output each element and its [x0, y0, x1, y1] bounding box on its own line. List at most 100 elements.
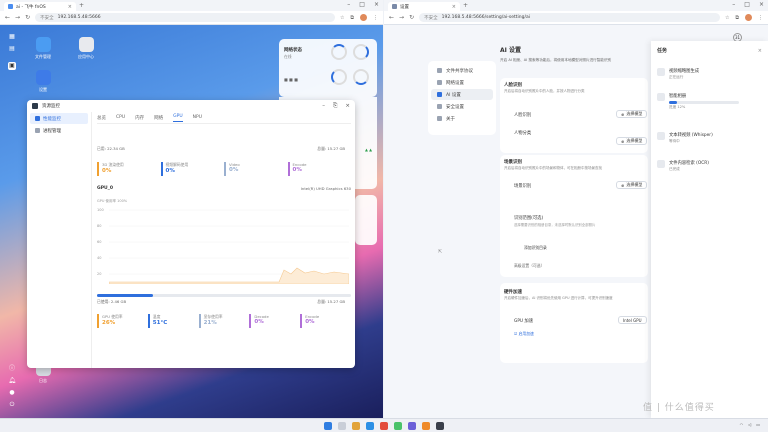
not-secure-label: 不安全	[40, 15, 54, 21]
wifi-icon[interactable]: ◠	[740, 422, 744, 427]
desktop-icon-files[interactable]: 文件管理	[32, 37, 54, 60]
advanced-settings-row[interactable]: 高级设置（可选）	[514, 263, 544, 269]
resource-monitor-window[interactable]: 资源监控 – ⎘ × 性能监控 进程管理 总览 CPU 内存 网络 GPU NP…	[27, 100, 355, 368]
stat-value: 0%	[165, 168, 175, 174]
hardware-accel-card: 硬件加速 开启硬件加速后，AI 识别将优先使用 GPU 进行计算，可提升识别速度…	[500, 283, 648, 363]
extensions-icon[interactable]: ⧉	[735, 15, 739, 21]
star-icon[interactable]: ☆	[340, 15, 344, 21]
menu-icon[interactable]: ⋮	[373, 15, 378, 21]
profile-avatar[interactable]	[745, 14, 752, 21]
start-icon[interactable]	[324, 421, 332, 430]
section-desc: 开启后将自动识别照片中的人脸，并按人物进行分类	[504, 89, 585, 93]
left-tab-title: ai - 飞牛 fnOS	[16, 4, 46, 10]
rm-app-icon	[32, 103, 38, 109]
dock-grid-icon[interactable]: ▤	[8, 45, 16, 53]
task-name: 文本转视频 (Whisper)	[669, 133, 713, 138]
dock-active-icon[interactable]: ▣	[8, 62, 16, 70]
reload-icon[interactable]: ↻	[409, 14, 414, 21]
add-folder-link[interactable]: 添加识别目录	[524, 245, 547, 251]
menu-icon[interactable]: ⋮	[758, 15, 763, 21]
gpu-usage-line-chart	[109, 209, 349, 284]
maximize-icon[interactable]: □	[744, 1, 750, 8]
menu-item-about[interactable]: 关于	[431, 113, 493, 124]
menu-label: 关于	[446, 116, 455, 122]
clock[interactable]: ▭	[756, 422, 760, 427]
app-red-icon[interactable]	[380, 421, 388, 430]
minimize-icon[interactable]: –	[347, 1, 350, 8]
dock-home-icon[interactable]: ▦	[8, 33, 16, 41]
chrome-icon[interactable]	[394, 421, 402, 430]
rm-tab-gpu[interactable]: GPU	[173, 114, 183, 122]
edge-icon[interactable]	[366, 421, 374, 430]
enable-accel-checkbox[interactable]: ☑ 启用加速	[514, 331, 534, 337]
rm-sidebar-item-performance[interactable]: 性能监控	[30, 113, 88, 124]
maximize-icon[interactable]: □	[359, 1, 365, 8]
task-item[interactable]: 智能相册 进度 12%	[651, 89, 768, 114]
panel-x-icon[interactable]: ×	[758, 48, 762, 54]
close-tab-icon[interactable]: ×	[452, 4, 456, 10]
close-window-icon[interactable]: ×	[759, 1, 764, 8]
right-url-field[interactable]: 不安全 192.168.5.48:5666/setting/ai-setting…	[419, 13, 720, 22]
menu-item-network[interactable]: 网络设置	[431, 77, 493, 88]
desktop-icon-settings[interactable]: 设置	[32, 70, 54, 93]
search-icon[interactable]	[338, 421, 346, 430]
section-title: 场景识别	[504, 160, 522, 165]
dock-info-icon[interactable]: ⓘ	[8, 365, 16, 373]
left-tab-row: ai - 飞牛 fnOS × +	[0, 0, 383, 11]
right-browser-tab[interactable]: 设置 ×	[388, 2, 460, 11]
rm-close-icon[interactable]: ×	[345, 103, 350, 110]
rm-tab-cpu[interactable]: CPU	[116, 115, 125, 120]
back-icon[interactable]: ←	[389, 14, 394, 21]
rm-tab-memory[interactable]: 内存	[135, 115, 144, 121]
close-window-icon[interactable]: ×	[374, 1, 379, 8]
menu-label: 网络设置	[446, 80, 464, 86]
menu-item-security[interactable]: 安全设置	[431, 101, 493, 112]
row-label: 人物分类	[514, 131, 532, 136]
rm-minimize-icon[interactable]: –	[322, 103, 325, 110]
select-model-button[interactable]: ⊕ 选择模型	[616, 181, 648, 189]
not-secure-label: 不安全	[424, 15, 438, 21]
rm-sidebar-item-process[interactable]: 进程管理	[30, 125, 88, 136]
star-icon[interactable]: ☆	[725, 15, 729, 21]
system-tray: ◠ ◁ ▭	[740, 422, 760, 427]
menu-item-file-share[interactable]: 文件共享协议	[431, 65, 493, 76]
desktop-icon-appcenter[interactable]: 应用中心	[75, 37, 97, 60]
rm-tab-overview[interactable]: 总览	[97, 115, 106, 121]
task-item[interactable]: 文本转视频 (Whisper) 等待中	[651, 128, 768, 148]
volume-icon[interactable]: ◁	[748, 422, 751, 427]
task-item[interactable]: 文件内容检索 (OCR) 已完成	[651, 156, 768, 176]
back-icon[interactable]: ←	[5, 14, 10, 21]
select-model-button[interactable]: ⊕ 选择模型	[616, 110, 648, 118]
app-purple-icon[interactable]	[408, 421, 416, 430]
terminal-icon[interactable]	[436, 421, 444, 430]
close-tab-icon[interactable]: ×	[68, 4, 72, 10]
task-item[interactable]: 视频缩略图生成 正在运行	[651, 64, 768, 84]
dock-power-icon[interactable]: ⏻	[8, 401, 16, 409]
forward-icon[interactable]: →	[399, 14, 404, 21]
network-widget[interactable]: 网络状态 在线 ■ ■ ■	[279, 39, 377, 97]
y-tick: 80	[97, 224, 102, 228]
gpu-select[interactable]: Intel GPU	[618, 316, 647, 324]
select-model-button[interactable]: ⊕ 选择模型	[616, 137, 648, 145]
explorer-icon[interactable]	[352, 421, 360, 430]
reload-icon[interactable]: ↻	[25, 14, 30, 21]
profile-avatar[interactable]	[360, 14, 367, 21]
new-tab-icon[interactable]: +	[463, 2, 468, 9]
section-desc: 开启后将自动识别照片中的场景和物体，可在相册中按场景查找	[504, 166, 602, 170]
rm-maximize-icon[interactable]: ⎘	[333, 103, 337, 110]
menu-item-ai[interactable]: AI 设置	[431, 89, 493, 100]
rm-tab-npu[interactable]: NPU	[193, 115, 202, 120]
dock-bell-icon[interactable]: 🔔︎	[8, 377, 16, 385]
dock-user-icon[interactable]: ●	[8, 389, 16, 397]
app-orange-icon[interactable]	[422, 421, 430, 430]
extensions-icon[interactable]: ⧉	[350, 15, 354, 21]
minimize-icon[interactable]: –	[732, 1, 735, 8]
side-widget[interactable]	[355, 195, 377, 245]
left-window-controls: – □ ×	[347, 1, 379, 8]
left-browser-tab[interactable]: ai - 飞牛 fnOS ×	[4, 2, 76, 11]
forward-icon[interactable]: →	[15, 14, 20, 21]
left-url-field[interactable]: 不安全 192.168.5.48:5666	[35, 13, 335, 22]
new-tab-icon[interactable]: +	[79, 2, 84, 9]
rm-stat-encode: Encode 0%	[287, 162, 352, 176]
rm-tab-network[interactable]: 网络	[154, 115, 163, 121]
